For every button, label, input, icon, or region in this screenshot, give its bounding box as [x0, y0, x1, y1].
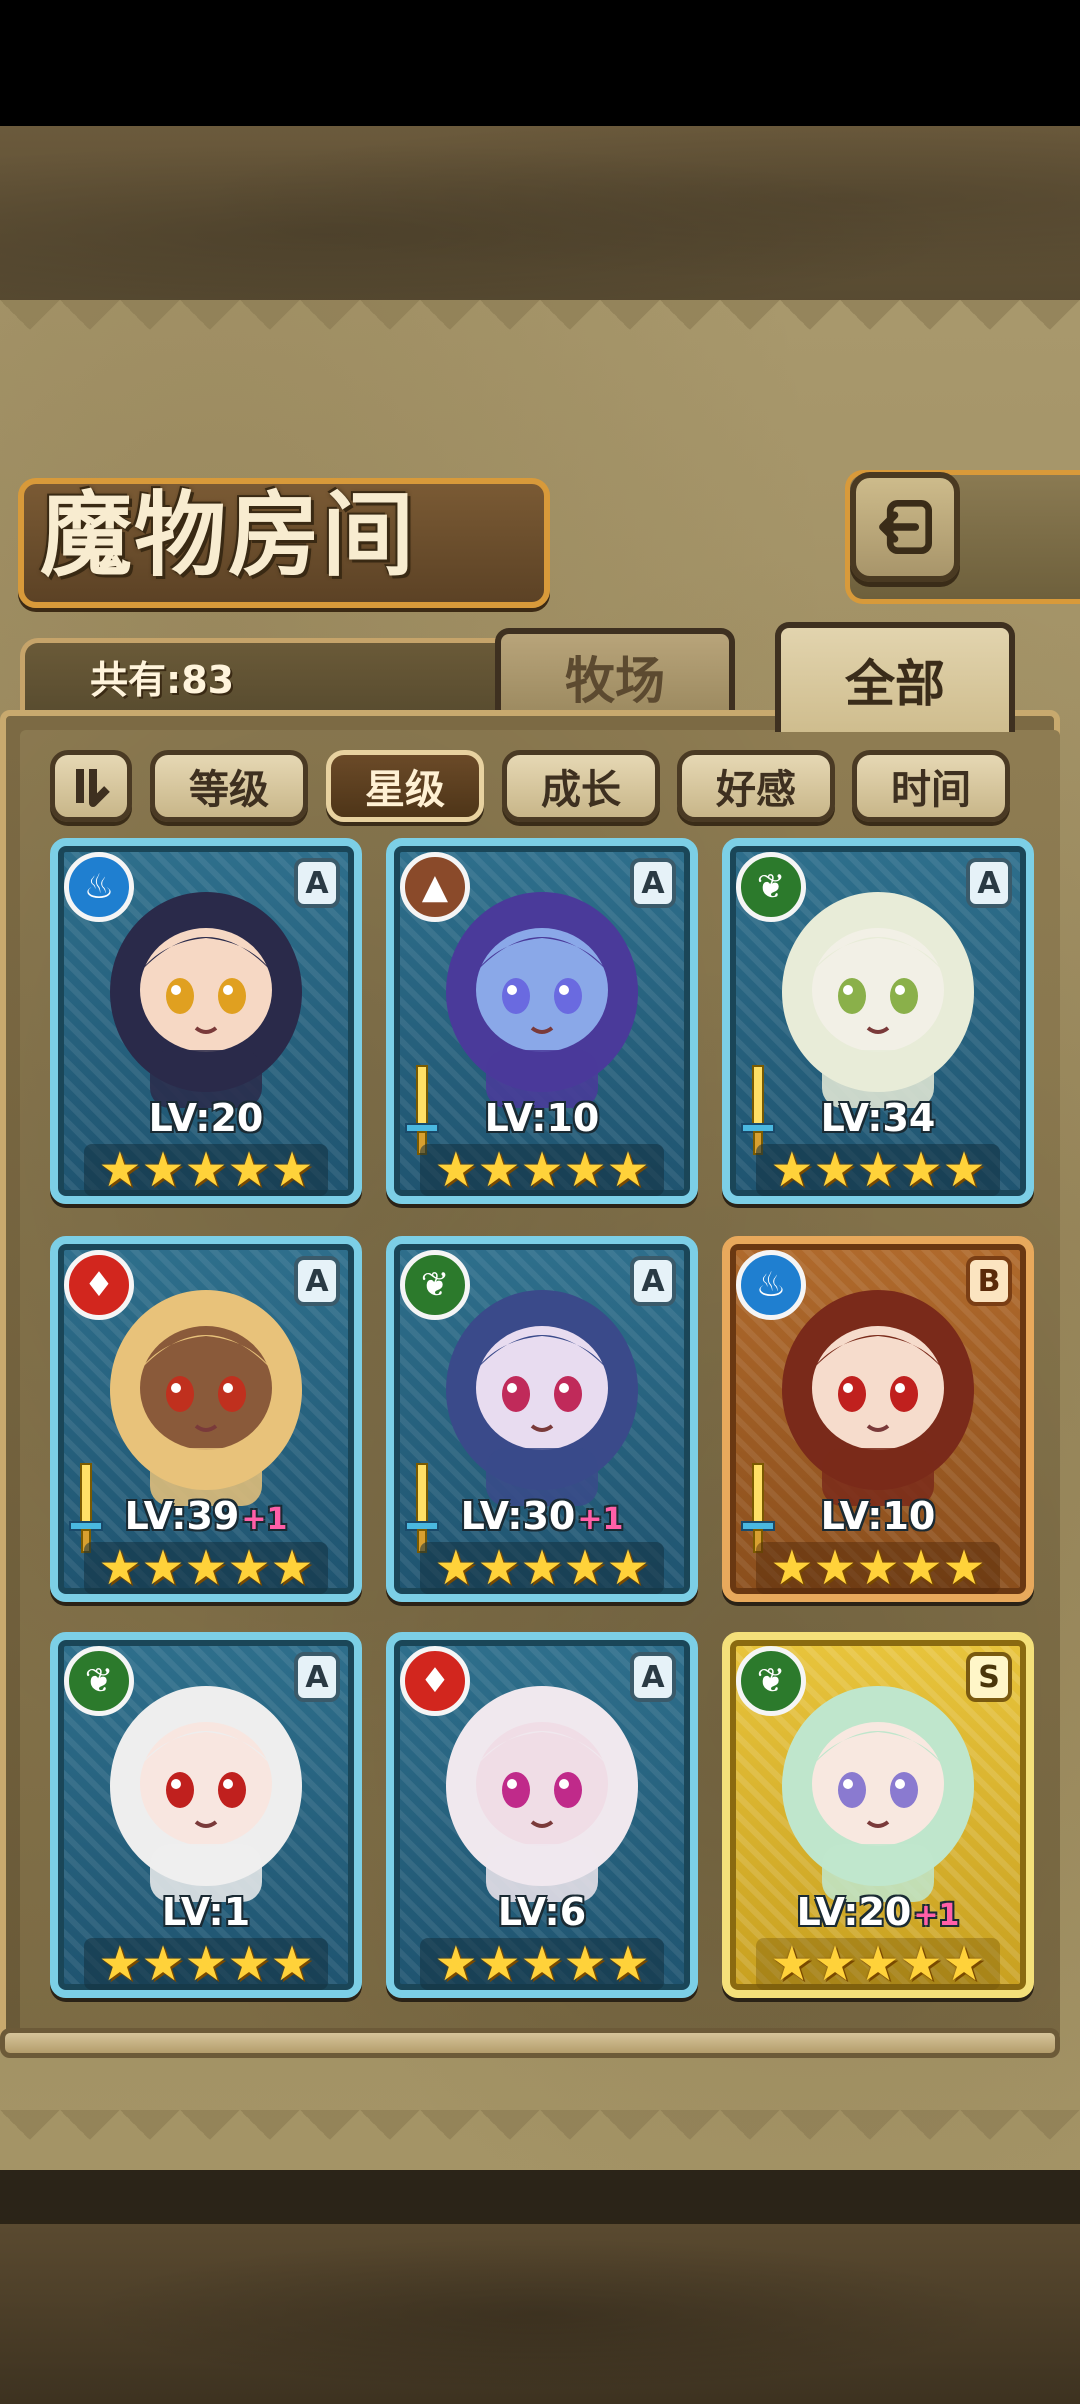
monster-level: LV:39+1: [58, 1494, 354, 1538]
water-element-icon: ♨: [64, 852, 134, 922]
star-rating: ★★★★★: [84, 1938, 328, 1990]
rank-badge: A: [630, 1652, 676, 1702]
star-rating: ★★★★★: [420, 1542, 664, 1594]
world-map-background-bottom: [0, 2220, 1080, 2404]
monster-level: LV:6: [394, 1890, 690, 1934]
water-element-icon: ♨: [736, 1250, 806, 1320]
monster-level: LV:1: [58, 1890, 354, 1934]
level-value: LV:10: [820, 1494, 936, 1538]
level-bonus: +1: [913, 1898, 960, 1933]
level-value: LV:39: [124, 1494, 240, 1538]
monster-card[interactable]: ▲ A LV:10 ★★★★★: [386, 838, 698, 1204]
monster-level: LV:10: [730, 1494, 1026, 1538]
rank-badge: A: [966, 858, 1012, 908]
level-value: LV:10: [484, 1096, 600, 1140]
monster-card[interactable]: ❦ S LV:20+1 ★★★★★: [722, 1632, 1034, 1998]
sort-by-growth-button[interactable]: 成长: [502, 750, 660, 822]
monster-level: LV:10: [394, 1096, 690, 1140]
monster-card[interactable]: ❦ A LV:34 ★★★★★: [722, 838, 1034, 1204]
order-toggle-icon: [76, 769, 110, 807]
tab-farm[interactable]: 牧场: [495, 628, 735, 720]
monster-card[interactable]: ♦ A LV:39+1 ★★★★★: [50, 1236, 362, 1602]
monster-level: LV:20: [58, 1096, 354, 1140]
page-title: 魔物房间: [40, 481, 417, 589]
level-bonus: +1: [241, 1502, 288, 1537]
star-rating: ★★★★★: [420, 1938, 664, 1990]
monster-count: 共有:83: [90, 658, 235, 702]
monster-level: LV:20+1: [730, 1890, 1026, 1934]
star-rating: ★★★★★: [756, 1542, 1000, 1594]
sort-order-toggle-button[interactable]: [50, 750, 132, 822]
fire-element-icon: ♦: [64, 1250, 134, 1320]
monster-level: LV:30+1: [394, 1494, 690, 1538]
star-rating: ★★★★★: [84, 1542, 328, 1594]
back-button[interactable]: [850, 472, 960, 582]
parchment-torn-edge-top: [0, 300, 1080, 360]
rank-badge: S: [966, 1652, 1012, 1702]
world-map-background-top: [0, 126, 1080, 310]
wood-element-icon: ❦: [736, 852, 806, 922]
level-value: LV:34: [820, 1096, 936, 1140]
panel-bottom-rail: [0, 2028, 1060, 2058]
monster-card[interactable]: ♨ A LV:20 ★★★★★: [50, 838, 362, 1204]
monster-card[interactable]: ❦ A LV:1 ★★★★★: [50, 1632, 362, 1998]
return-arrow-icon: [879, 499, 933, 555]
monster-card[interactable]: ♨ B LV:10 ★★★★★: [722, 1236, 1034, 1602]
star-rating: ★★★★★: [420, 1144, 664, 1196]
wood-element-icon: ❦: [64, 1646, 134, 1716]
earth-element-icon: ▲: [400, 852, 470, 922]
sort-by-affection-button[interactable]: 好感: [677, 750, 835, 822]
rank-badge: A: [630, 1256, 676, 1306]
level-value: LV:30: [460, 1494, 576, 1538]
rank-badge: A: [294, 1652, 340, 1702]
wood-element-icon: ❦: [736, 1646, 806, 1716]
sort-by-star-button[interactable]: 星级: [326, 750, 484, 822]
monster-level: LV:34: [730, 1096, 1026, 1140]
wood-element-icon: ❦: [400, 1250, 470, 1320]
level-value: LV:20: [796, 1890, 912, 1934]
rank-badge: A: [630, 858, 676, 908]
star-rating: ★★★★★: [756, 1144, 1000, 1196]
status-bar: [0, 0, 1080, 126]
monster-card[interactable]: ❦ A LV:30+1 ★★★★★: [386, 1236, 698, 1602]
sort-by-time-button[interactable]: 时间: [852, 750, 1010, 822]
rank-badge: A: [294, 1256, 340, 1306]
parchment-torn-edge-bottom: [0, 2110, 1080, 2170]
level-value: LV:6: [497, 1890, 587, 1934]
sort-by-level-button[interactable]: 等级: [150, 750, 308, 822]
tab-all[interactable]: 全部: [775, 622, 1015, 732]
fire-element-icon: ♦: [400, 1646, 470, 1716]
level-bonus: +1: [577, 1502, 624, 1537]
monster-card[interactable]: ♦ A LV:6 ★★★★★: [386, 1632, 698, 1998]
level-value: LV:20: [148, 1096, 264, 1140]
rank-badge: B: [966, 1256, 1012, 1306]
star-rating: ★★★★★: [756, 1938, 1000, 1990]
rank-badge: A: [294, 858, 340, 908]
star-rating: ★★★★★: [84, 1144, 328, 1196]
level-value: LV:1: [161, 1890, 251, 1934]
